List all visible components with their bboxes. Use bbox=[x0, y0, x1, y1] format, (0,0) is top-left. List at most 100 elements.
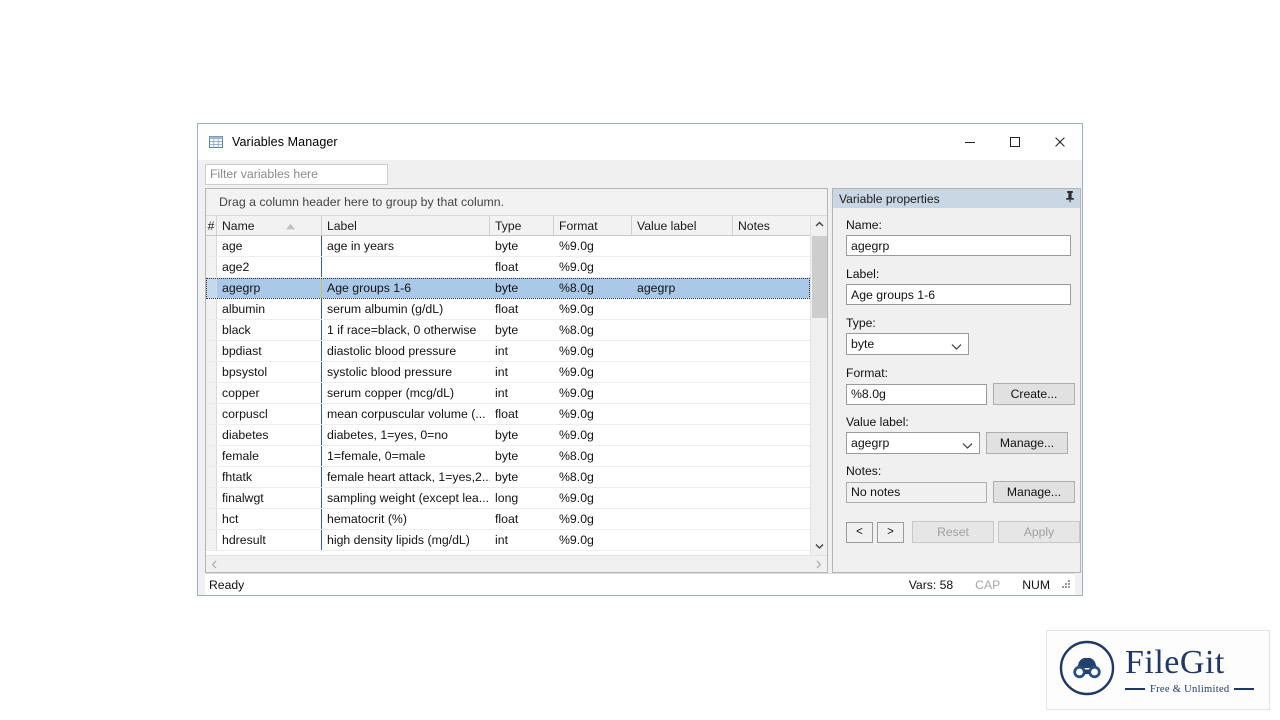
tagline-rule-right bbox=[1234, 688, 1254, 690]
cell-type: byte bbox=[490, 236, 554, 256]
cell-num bbox=[206, 488, 217, 508]
table-row[interactable]: finalwgtsampling weight (except lea...lo… bbox=[206, 488, 810, 509]
cell-name: diabetes bbox=[217, 425, 322, 445]
binoculars-circle-logo bbox=[1057, 638, 1117, 703]
table-row[interactable]: age2float%9.0g bbox=[206, 257, 810, 278]
table-row[interactable]: bpsystolsystolic blood pressureint%9.0g bbox=[206, 362, 810, 383]
cell-notes bbox=[733, 404, 810, 424]
status-vars-count: Vars: 58 bbox=[909, 578, 953, 592]
cell-fmt: %8.0g bbox=[554, 446, 632, 466]
resize-grip-icon[interactable] bbox=[1060, 578, 1071, 592]
grid-wrap: # Name Label Type Format Value label Not… bbox=[206, 216, 827, 555]
cell-notes bbox=[733, 341, 810, 361]
cell-notes bbox=[733, 425, 810, 445]
properties-action-row: < > Reset Apply bbox=[846, 521, 1068, 543]
cell-name: corpuscl bbox=[217, 404, 322, 424]
scrollbar-track[interactable] bbox=[811, 233, 828, 538]
maximize-icon bbox=[1009, 136, 1021, 148]
cell-name: finalwgt bbox=[217, 488, 322, 508]
cell-vlab bbox=[632, 467, 733, 487]
grid-vertical-scrollbar[interactable] bbox=[810, 216, 827, 555]
scroll-up-button[interactable] bbox=[811, 216, 828, 233]
table-row[interactable]: diabetesdiabetes, 1=yes, 0=nobyte%9.0g bbox=[206, 425, 810, 446]
close-icon bbox=[1054, 136, 1066, 148]
table-row[interactable]: hdresulthigh density lipids (mg/dL)int%9… bbox=[206, 530, 810, 551]
previous-variable-button[interactable]: < bbox=[846, 522, 873, 543]
cell-name: copper bbox=[217, 383, 322, 403]
minimize-button[interactable] bbox=[947, 124, 992, 160]
filter-variables-input[interactable] bbox=[205, 164, 388, 185]
column-header-type[interactable]: Type bbox=[490, 216, 554, 235]
sort-ascending-icon bbox=[285, 219, 296, 233]
cell-notes bbox=[733, 236, 810, 256]
grid-horizontal-scrollbar[interactable] bbox=[206, 555, 827, 572]
name-input[interactable] bbox=[846, 235, 1071, 256]
grid-header-row: # Name Label Type Format Value label Not… bbox=[206, 216, 810, 236]
column-header-label[interactable]: Label bbox=[322, 216, 490, 235]
table-row[interactable]: bpdiastdiastolic blood pressureint%9.0g bbox=[206, 341, 810, 362]
reset-button[interactable]: Reset bbox=[912, 521, 994, 543]
table-row[interactable]: ageage in yearsbyte%9.0g bbox=[206, 236, 810, 257]
cell-name: age2 bbox=[217, 257, 322, 277]
variables-manager-window: Variables Manager bbox=[197, 123, 1083, 596]
apply-button[interactable]: Apply bbox=[998, 521, 1080, 543]
scroll-right-button[interactable] bbox=[810, 556, 827, 573]
create-format-button[interactable]: Create... bbox=[993, 383, 1075, 405]
column-header-name[interactable]: Name bbox=[217, 216, 322, 235]
format-field-label: Format: bbox=[846, 366, 1068, 380]
cell-num bbox=[206, 278, 217, 298]
table-row[interactable]: black1 if race=black, 0 otherwisebyte%8.… bbox=[206, 320, 810, 341]
next-variable-button[interactable]: > bbox=[877, 522, 904, 543]
scroll-left-button[interactable] bbox=[206, 556, 223, 573]
table-row[interactable]: albuminserum albumin (g/dL)float%9.0g bbox=[206, 299, 810, 320]
label-input[interactable] bbox=[846, 284, 1071, 305]
cell-name: bpsystol bbox=[217, 362, 322, 382]
column-header-format[interactable]: Format bbox=[554, 216, 632, 235]
type-select[interactable]: byte bbox=[846, 333, 969, 355]
scroll-down-button[interactable] bbox=[811, 538, 828, 555]
cell-label bbox=[322, 257, 490, 277]
table-row[interactable]: female1=female, 0=malebyte%8.0g bbox=[206, 446, 810, 467]
column-header-notes[interactable]: Notes bbox=[733, 216, 810, 235]
cell-fmt: %9.0g bbox=[554, 488, 632, 508]
cell-notes bbox=[733, 299, 810, 319]
filter-bar bbox=[198, 160, 1082, 188]
status-caps-indicator: CAP bbox=[975, 578, 1000, 592]
close-button[interactable] bbox=[1037, 124, 1082, 160]
cell-num bbox=[206, 320, 217, 340]
cell-type: byte bbox=[490, 467, 554, 487]
table-row[interactable]: hcthematocrit (%)float%9.0g bbox=[206, 509, 810, 530]
table-row[interactable]: fhtatkfemale heart attack, 1=yes,2...byt… bbox=[206, 467, 810, 488]
cell-vlab bbox=[632, 446, 733, 466]
scrollbar-thumb[interactable] bbox=[812, 236, 827, 318]
table-row[interactable]: corpusclmean corpuscular volume (...floa… bbox=[206, 404, 810, 425]
value-label-select[interactable]: agegrp bbox=[846, 432, 980, 454]
cell-label: female heart attack, 1=yes,2... bbox=[322, 467, 490, 487]
cell-notes bbox=[733, 467, 810, 487]
format-input[interactable] bbox=[846, 384, 987, 405]
maximize-button[interactable] bbox=[992, 124, 1037, 160]
cell-fmt: %8.0g bbox=[554, 320, 632, 340]
notes-input[interactable] bbox=[846, 482, 987, 503]
cell-label: serum copper (mcg/dL) bbox=[322, 383, 490, 403]
column-header-value-label[interactable]: Value label bbox=[632, 216, 733, 235]
cell-notes bbox=[733, 362, 810, 382]
table-row[interactable]: copperserum copper (mcg/dL)int%9.0g bbox=[206, 383, 810, 404]
cell-vlab bbox=[632, 320, 733, 340]
cell-label: sampling weight (except lea... bbox=[322, 488, 490, 508]
manage-notes-button[interactable]: Manage... bbox=[993, 481, 1075, 503]
cell-label: mean corpuscular volume (... bbox=[322, 404, 490, 424]
cell-num bbox=[206, 425, 217, 445]
pushpin-icon[interactable] bbox=[1064, 190, 1076, 208]
manage-value-label-button[interactable]: Manage... bbox=[986, 432, 1068, 454]
filegit-name: FileGit bbox=[1125, 646, 1254, 680]
cell-notes bbox=[733, 383, 810, 403]
window-body: Drag a column header here to group by th… bbox=[198, 188, 1082, 573]
cell-notes bbox=[733, 446, 810, 466]
label-field-label: Label: bbox=[846, 267, 1068, 281]
table-row[interactable]: agegrpAge groups 1-6byte%8.0gagegrp bbox=[206, 278, 810, 299]
column-header-num[interactable]: # bbox=[206, 216, 217, 235]
status-num-indicator: NUM bbox=[1022, 578, 1050, 592]
variables-grid-panel: Drag a column header here to group by th… bbox=[205, 188, 828, 573]
group-by-drop-area[interactable]: Drag a column header here to group by th… bbox=[206, 189, 827, 216]
